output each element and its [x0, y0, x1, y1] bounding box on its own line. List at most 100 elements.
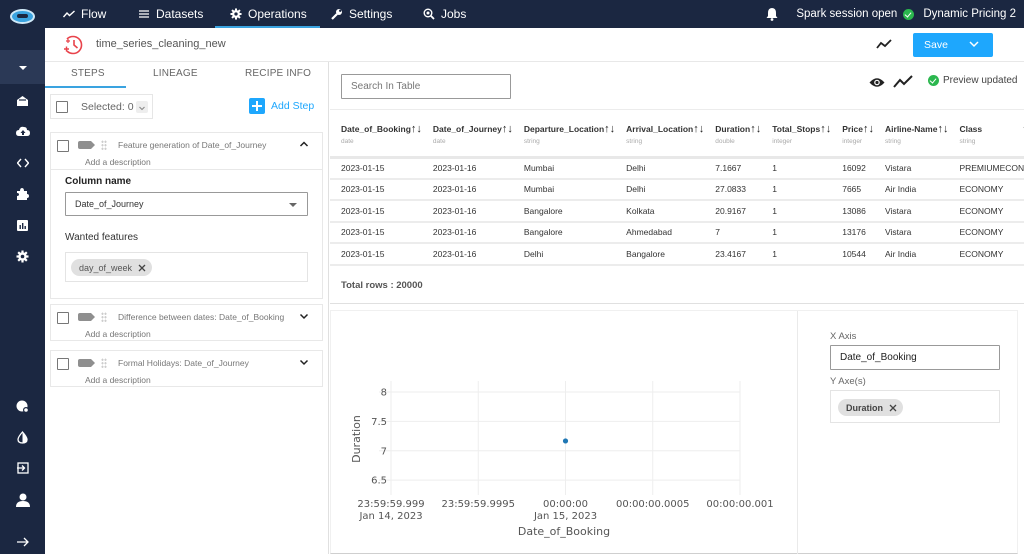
search-input[interactable]: Search In Table — [341, 74, 511, 99]
wrench-icon — [331, 9, 342, 20]
chart-line-icon[interactable] — [893, 75, 913, 89]
table-row[interactable]: 2023-01-15 2023-01-16 Mumbai Delhi 27.0833 1 7… — [330, 178, 1024, 201]
table-cell: 1 — [761, 243, 832, 266]
check-circle-icon — [928, 75, 939, 86]
step-title[interactable]: Difference between dates: Date_of_Bookin… — [118, 312, 284, 322]
column-header[interactable]: Date_of_Journey↑↓ date — [421, 111, 513, 159]
nav-flow[interactable]: Flow — [63, 0, 106, 28]
sort-icon[interactable]: ↑↓ — [693, 123, 704, 135]
step-description[interactable]: Add a description — [85, 329, 151, 339]
sort-icon[interactable]: ↑↓ — [863, 123, 874, 135]
selection-dropdown[interactable] — [136, 101, 148, 113]
close-icon[interactable] — [889, 404, 897, 412]
table-cell: 1 — [761, 200, 832, 223]
tab-recipe-info[interactable]: RECIPE INFO — [245, 68, 311, 79]
envelope-open-icon[interactable] — [0, 92, 45, 108]
project-name[interactable]: Dynamic Pricing 2 — [923, 8, 1016, 20]
cloud-upload-icon[interactable] — [0, 123, 45, 139]
step-checkbox[interactable] — [57, 140, 69, 152]
column-header[interactable]: Class↑↓string — [948, 111, 1024, 159]
data-point[interactable] — [562, 438, 569, 444]
step-checkbox[interactable] — [57, 358, 69, 370]
nav-settings[interactable]: Settings — [331, 0, 392, 28]
app-logo[interactable] — [10, 9, 35, 24]
x-axis-select[interactable]: Date_of_Booking — [830, 345, 1000, 370]
step-checkbox[interactable] — [57, 312, 69, 324]
puzzle-icon[interactable] — [0, 185, 45, 201]
divider — [797, 311, 798, 554]
app-root: Flow Datasets Operations Settings Jobs S… — [0, 0, 1024, 554]
recipe-title: time_series_cleaning_new — [96, 38, 226, 50]
bell-icon[interactable] — [766, 7, 778, 21]
column-header[interactable]: Departure_Location↑↓ string — [512, 111, 616, 159]
select-all-checkbox[interactable] — [56, 101, 68, 113]
table-row[interactable]: 2023-01-15 2023-01-16 Mumbai Delhi 7.1667 1 16… — [330, 157, 1024, 180]
tab-steps[interactable]: STEPS — [71, 68, 105, 79]
scatter-chart[interactable]: 6.5 7 7.5 8 23:59:59.999Jan 14, 2023 23:59:59… — [331, 311, 797, 554]
y-axes-input[interactable]: Duration — [830, 390, 1000, 423]
table-row[interactable]: 2023-01-15 2023-01-16 Bangalore Kolkata 20.9… — [330, 200, 1024, 223]
column-header[interactable]: Airline-Name↑↓ string — [874, 111, 949, 159]
gear-icon[interactable] — [0, 248, 45, 264]
column-header[interactable]: Duration↑↓ double — [704, 111, 762, 159]
step-title[interactable]: Feature generation of Date_of_Journey — [118, 140, 266, 150]
nav-operations[interactable]: Operations — [215, 0, 320, 28]
chevron-down-icon[interactable] — [969, 41, 979, 48]
bar-chart-icon[interactable] — [0, 217, 45, 233]
sort-icon[interactable]: ↑↓ — [604, 123, 615, 135]
column-header[interactable]: Price↑↓ integer — [831, 111, 875, 159]
chart-toggle-icon[interactable] — [876, 38, 892, 50]
caret-down-icon[interactable] — [0, 59, 45, 75]
preview-area: Search In Table Preview updated Date_of_… — [330, 62, 1024, 554]
save-button[interactable]: Save — [913, 33, 993, 57]
chevron-down-icon[interactable] — [299, 312, 309, 320]
step-item: Feature generation of Date_of_Journey Ad… — [50, 132, 323, 299]
chevron-down-icon[interactable] — [299, 358, 309, 366]
column-header[interactable]: Total_Stops↑↓ integer — [761, 111, 832, 159]
login-icon[interactable] — [0, 459, 45, 475]
tab-lineage[interactable]: LINEAGE — [153, 68, 198, 79]
nav-jobs[interactable]: Jobs — [423, 0, 466, 28]
data-table: Date_of_Booking↑↓ date Date_of_Journey↑↓ da… — [330, 111, 1024, 266]
column-name: Date_of_Booking — [341, 124, 411, 134]
user-settings-icon[interactable] — [0, 398, 45, 414]
step-description[interactable]: Add a description — [85, 157, 151, 167]
sort-icon[interactable]: ↑↓ — [820, 123, 831, 135]
tag-icon[interactable] — [78, 359, 95, 367]
table-row[interactable]: 2023-01-15 2023-01-16 Bangalore Ahmedabad 7 1… — [330, 221, 1024, 244]
drag-handle-icon[interactable] — [101, 312, 107, 322]
column-header[interactable]: Date_of_Booking↑↓ date — [330, 111, 422, 159]
tag-icon[interactable] — [78, 313, 95, 321]
arrow-right-icon[interactable] — [0, 533, 45, 549]
table-cell: PREMIUMECONOMY — [948, 157, 1024, 180]
wanted-features-input[interactable]: day_of_week — [65, 252, 308, 282]
sort-icon[interactable]: ↑↓ — [411, 123, 422, 135]
add-step-button[interactable]: Add Step — [249, 98, 314, 114]
close-icon[interactable] — [138, 264, 146, 272]
eye-icon[interactable] — [869, 77, 885, 88]
step-title[interactable]: Formal Holidays: Date_of_Journey — [118, 358, 249, 368]
search-gear-icon — [423, 8, 435, 20]
table-cell: Vistara — [874, 157, 949, 180]
preview-toolbar: Search In Table Preview updated — [330, 62, 1024, 110]
tag-icon[interactable] — [78, 141, 95, 149]
chevron-up-icon[interactable] — [299, 140, 309, 148]
add-step-label: Add Step — [271, 100, 315, 112]
table-row[interactable]: 2023-01-15 2023-01-16 Delhi Bangalore 23.416… — [330, 243, 1024, 266]
nav-datasets[interactable]: Datasets — [138, 0, 203, 28]
y-tick-label: 6.5 — [371, 476, 387, 487]
y-axis-title: Duration — [350, 415, 363, 463]
user-icon[interactable] — [0, 491, 45, 507]
drag-handle-icon[interactable] — [101, 358, 107, 368]
step-description[interactable]: Add a description — [85, 375, 151, 385]
drag-handle-icon[interactable] — [101, 140, 107, 150]
table-cell: 2023-01-15 — [330, 243, 422, 266]
column-header[interactable]: Arrival_Location↑↓ string — [615, 111, 705, 159]
selected-count: Selected: 0 — [81, 101, 134, 113]
sort-icon[interactable]: ↑↓ — [937, 123, 948, 135]
sort-icon[interactable]: ↑↓ — [750, 123, 761, 135]
column-name-select[interactable]: Date_of_Journey — [65, 192, 308, 216]
sort-icon[interactable]: ↑↓ — [502, 123, 513, 135]
contrast-icon[interactable] — [0, 429, 45, 445]
code-icon[interactable] — [0, 154, 45, 170]
